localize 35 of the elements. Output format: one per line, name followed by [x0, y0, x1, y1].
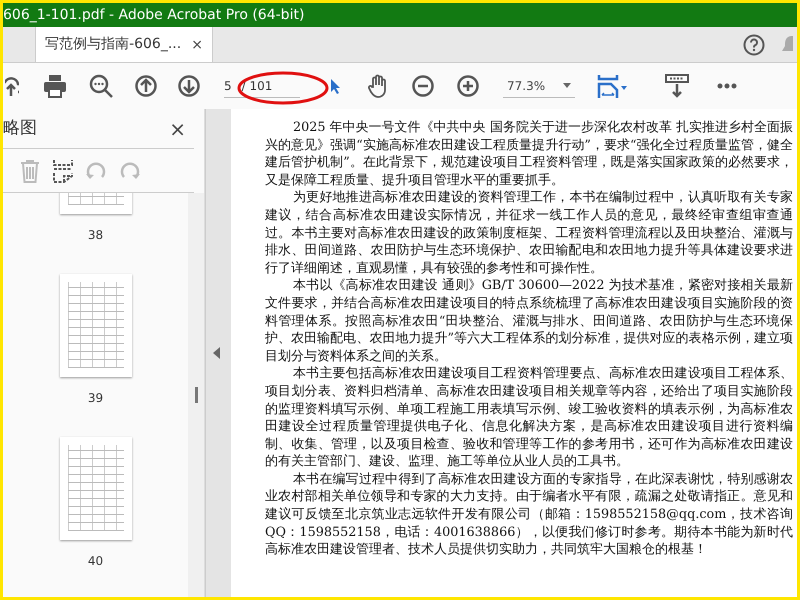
- page-thumbnail[interactable]: [60, 274, 132, 377]
- caret-icon[interactable]: [563, 83, 571, 88]
- tab-close-button[interactable]: ×: [191, 38, 203, 52]
- body-paragraph: 2025 年中央一号文件《中共中央 国务院关于进一步深化农村改革 扎实推进乡村全面振兴的意见》强调“实施高标准农田建设工程质量提升行动”，要求“强化全过程质量监管，健全建后管护机制”。在此背景下，规范建设项目工程资料管理，既是落实国家政策的必然要求，又是保障工程质量、提升项目管理水平的重要抓手。: [265, 119, 793, 190]
- page-thumbnail[interactable]: [60, 437, 132, 540]
- pointer-cursor-icon[interactable]: [330, 78, 340, 94]
- page-number-label: 40: [88, 553, 104, 570]
- zoom-dropdown[interactable]: 77.3%: [503, 74, 575, 98]
- keyboard-download-icon[interactable]: [665, 74, 689, 98]
- tab-label[interactable]: 写范例与指南-606_...: [45, 34, 182, 55]
- print-icon[interactable]: [43, 74, 67, 98]
- zoom-in-icon[interactable]: [457, 75, 479, 97]
- more-icon[interactable]: [717, 83, 737, 89]
- body-paragraph: 本书在编写过程中得到了高标准农田建设方面的专家指导，在此深表谢忱，特别感谢农业农村部相关单位领导和专家的大力支持。由于编者水平有限，疏漏之处敬请指正。意见和建议可反馈至北京筑业志远软件开发有限公司（邮箱：1598552158@qq.com，技术咨询 QQ：1598552158，电话：4001638866），以便我们修订时参考。期待本书能为新时代高标准农田建设管理者、技术人员提供切实助力，共同筑牢大国粮仓的根基！: [265, 470, 793, 559]
- body-paragraph: 本书主要包括高标准农田建设项目工程资料管理要点、高标准农田建设项目工程体系、项目划分表、资料归档清单、高标准农田建设项目相关规章等内容，还给出了项目实施阶段的监理资料填写示例、单项工程施工用表填写示例、竣工验收资料的填表示例，为高标准农田建设全过程质量管理提供电子化、信息化解决方案，是高标准农田建设项目进行资料编制、收集、管理，以及项目检查、验收和管理等工作的参考用书，还可作为高标准农田建设的有关主管部门、建设、监理、施工等单位从业人员的工具书。: [265, 365, 793, 471]
- arrow-up-circle-icon[interactable]: [135, 75, 157, 97]
- page-number-label: 38: [88, 227, 104, 244]
- insert-page-icon[interactable]: [53, 158, 73, 182]
- window-title: 606_1-101.pdf - Adobe Acrobat Pro (64-bit): [3, 3, 797, 27]
- fit-page-icon[interactable]: [597, 74, 629, 98]
- page-number-label: 39: [88, 390, 104, 407]
- zoom-value[interactable]: 77.3%: [507, 76, 546, 94]
- document-tab[interactable]: 写范例与指南-606_... ×: [35, 27, 213, 62]
- collapse-arrow-icon[interactable]: [213, 347, 220, 359]
- body-paragraph: 本书以《高标准农田建设 通则》GB/T 30600—2022 为技术基准，紧密对接相关最新文件要求，并结合高标准农田建设项目的特点系统梳理了高标准农田建设项目实施阶段的资料管理体系。按照高标准农田“田块整治、灌溉与排水、田间道路、农田防护与生态环境保护、农田输配电、农田地力提升”等六大工程体系的划分标准，提供对应的表格示例，建立项目划分与资料体系之间的关系。: [265, 277, 793, 366]
- cloud-upload-icon[interactable]: [5, 74, 19, 98]
- body-paragraph: 为更好地推进高标准农田建设的资料管理工作，本书在编制过程中，认真听取有关专家建议，结合高标准农田建设实际情况，并征求一线工作人员的意见，最终经审查组审查通过。本书主要对高标准农田建设的政策制度框架、工程资料管理流程以及田块整治、灌溉与排水、田间道路、农田防护与生态环境保护、农田输配电和农田地力提升等具体建设要求进行了详细阐述，直观易懂，具有较强的参考性和可操作性。: [265, 189, 793, 278]
- page-number[interactable]: 5: [224, 76, 232, 94]
- help-icon[interactable]: [743, 34, 765, 56]
- panel-title: 略图: [3, 116, 37, 140]
- close-button[interactable]: ×: [169, 114, 194, 144]
- zoom-out-icon[interactable]: [412, 75, 434, 97]
- scrollbar-grip[interactable]: [194, 387, 198, 403]
- zoom-search-icon[interactable]: [89, 74, 113, 98]
- arrow-down-circle-icon[interactable]: [178, 75, 200, 97]
